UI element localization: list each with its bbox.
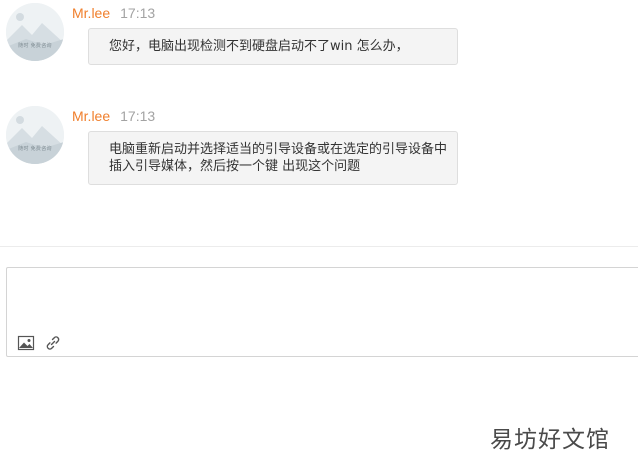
avatar-caption: 随时 免费咨询 [18,146,52,152]
message-meta: Mr.lee 17:13 [72,108,155,125]
watermark: 易坊好文馆 [490,427,610,453]
divider [0,246,638,247]
message-time: 17:13 [120,108,156,124]
image-upload-button[interactable] [17,334,35,352]
avatar-caption: 随时 免费咨询 [18,43,52,49]
avatar-landscape-icon [6,3,64,61]
message-meta: Mr.lee 17:13 [72,5,155,22]
author-name[interactable]: Mr.lee [72,5,110,21]
author-name[interactable]: Mr.lee [72,108,110,124]
insert-link-button[interactable] [44,334,62,352]
image-icon [17,335,35,351]
message-bubble: 您好，电脑出现检测不到硬盘启动不了win 怎么办， [88,28,458,65]
message-input[interactable] [6,267,638,357]
avatar[interactable]: 随时 免费咨询 [6,3,64,61]
avatar-landscape-icon [6,106,64,164]
message-time: 17:13 [120,5,156,21]
message-bubble: 电脑重新启动并选择适当的引导设备或在选定的引导设备中插入引导媒体，然后按一个键 … [88,131,458,185]
avatar[interactable]: 随时 免费咨询 [6,106,64,164]
link-icon [46,336,60,350]
